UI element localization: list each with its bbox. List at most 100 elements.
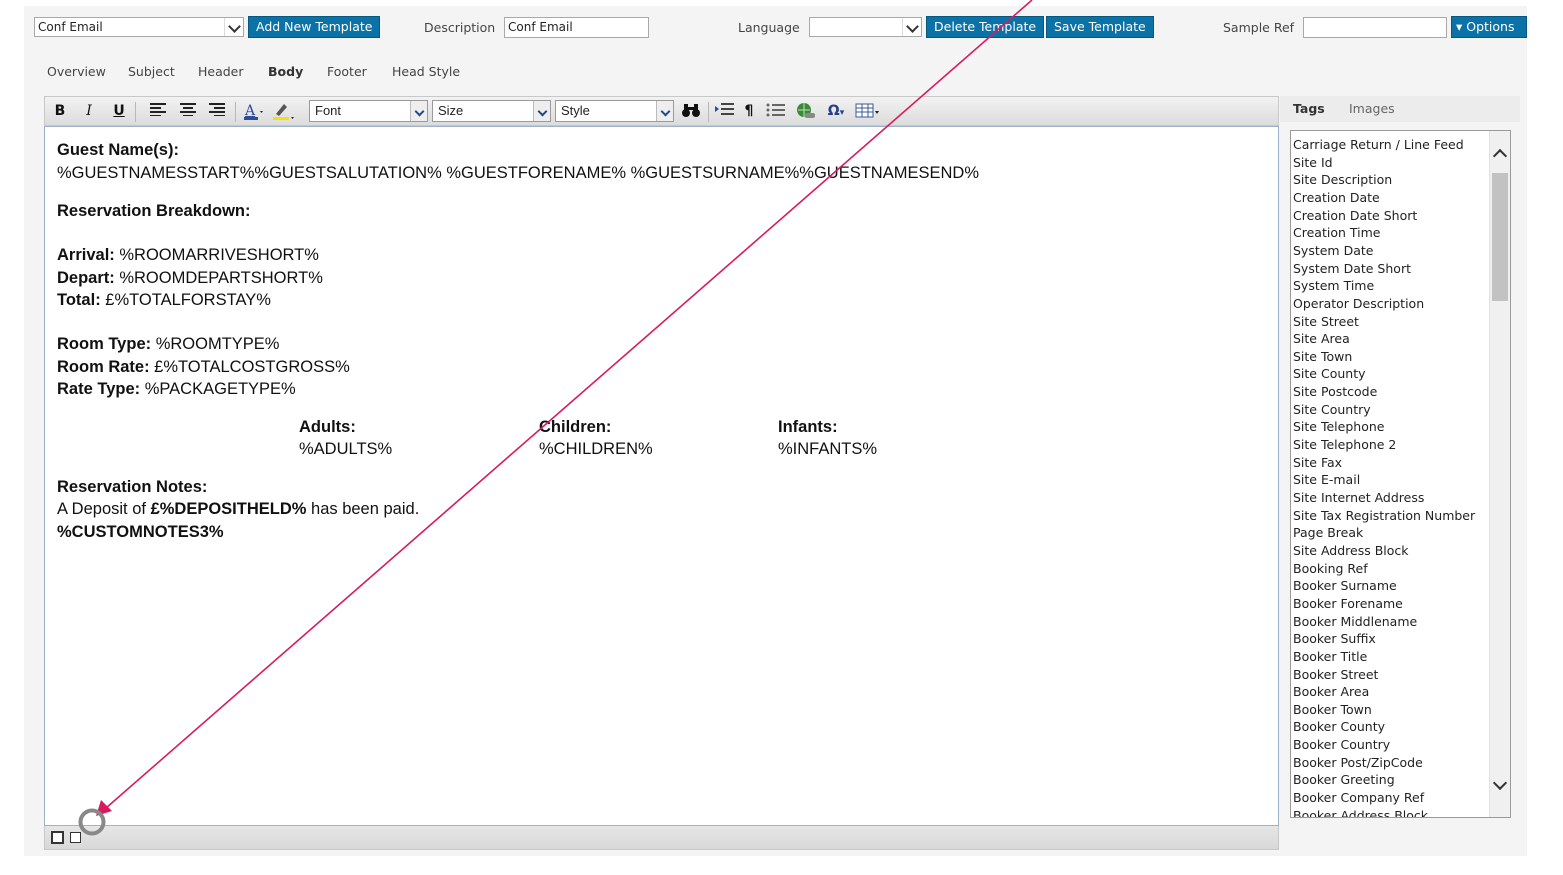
tag-item[interactable]: Booker Title bbox=[1293, 648, 1367, 666]
options-button[interactable]: ▾ Options bbox=[1451, 16, 1527, 38]
tag-item[interactable]: Booker Address Block bbox=[1293, 807, 1428, 817]
tag-item[interactable]: Booking Ref bbox=[1293, 560, 1368, 578]
email-body-editor[interactable]: Guest Name(s): %GUESTNAMESSTART%%GUESTSA… bbox=[44, 126, 1279, 826]
tab-head-style[interactable]: Head Style bbox=[392, 64, 460, 79]
tag-item[interactable]: Booker Greeting bbox=[1293, 771, 1395, 789]
room-type-line: Room Type: %ROOMTYPE% bbox=[57, 335, 280, 353]
tag-item[interactable]: Booker Middlename bbox=[1293, 613, 1417, 631]
align-right-icon[interactable] bbox=[208, 102, 226, 120]
bold-button[interactable]: B bbox=[53, 102, 67, 120]
tag-item[interactable]: Site County bbox=[1293, 365, 1366, 383]
tag-item[interactable]: Site Area bbox=[1293, 330, 1350, 348]
special-character-omega-icon[interactable]: Ω▾ bbox=[824, 102, 848, 120]
delete-template-button[interactable]: Delete Template bbox=[926, 16, 1045, 38]
adults-label: Adults: bbox=[299, 418, 356, 436]
tag-item[interactable]: System Date Short bbox=[1293, 260, 1411, 278]
tag-item[interactable]: Creation Date Short bbox=[1293, 207, 1417, 225]
insert-table-icon[interactable] bbox=[855, 102, 881, 120]
tab-header[interactable]: Header bbox=[198, 64, 244, 79]
tag-item[interactable]: Page Break bbox=[1293, 524, 1363, 542]
align-center-icon[interactable] bbox=[179, 102, 197, 120]
tag-item[interactable]: Booker Post/ZipCode bbox=[1293, 754, 1423, 772]
guest-names-line: %GUESTNAMESSTART%%GUESTSALUTATION% %GUES… bbox=[57, 164, 979, 182]
language-select[interactable] bbox=[809, 17, 922, 37]
description-input[interactable]: Conf Email bbox=[504, 17, 649, 38]
italic-button[interactable]: I bbox=[82, 102, 96, 120]
tags-scrollbar[interactable] bbox=[1489, 131, 1510, 817]
tag-item[interactable]: Booker Area bbox=[1293, 683, 1369, 701]
design-mode-icon[interactable] bbox=[51, 831, 64, 844]
scroll-down-icon[interactable] bbox=[1490, 775, 1510, 795]
tag-item[interactable]: Creation Time bbox=[1293, 224, 1380, 242]
tag-item[interactable]: Site Street bbox=[1293, 313, 1359, 331]
tag-item[interactable]: Booker County bbox=[1293, 718, 1385, 736]
insert-link-globe-icon[interactable] bbox=[795, 102, 817, 120]
tag-item[interactable]: Booker Suffix bbox=[1293, 630, 1376, 648]
tab-body[interactable]: Body bbox=[268, 64, 303, 79]
editor-mode-bar bbox=[44, 826, 1279, 850]
description-label: Description bbox=[424, 20, 496, 35]
deposit-line: A Deposit of £%DEPOSITHELD% has been pai… bbox=[57, 500, 420, 518]
tag-item[interactable]: Creation Date bbox=[1293, 189, 1380, 207]
tab-subject[interactable]: Subject bbox=[128, 64, 175, 79]
tab-overview[interactable]: Overview bbox=[47, 64, 106, 79]
tag-item[interactable]: Operator Description bbox=[1293, 295, 1424, 313]
tag-item[interactable]: Site Description bbox=[1293, 171, 1392, 189]
underline-button[interactable]: U bbox=[112, 102, 126, 120]
style-select[interactable]: Style bbox=[555, 100, 674, 122]
tag-item[interactable]: Site E-mail bbox=[1293, 471, 1360, 489]
size-select-label: Size bbox=[438, 103, 464, 118]
tab-tags[interactable]: Tags bbox=[1293, 101, 1325, 116]
tag-item[interactable]: Site Telephone 2 bbox=[1293, 436, 1396, 454]
scroll-up-icon[interactable] bbox=[1490, 145, 1510, 164]
bullet-list-icon[interactable] bbox=[766, 102, 786, 120]
arrival-line: Arrival: %ROOMARRIVESHORT% bbox=[57, 246, 319, 264]
font-select[interactable]: Font bbox=[309, 100, 428, 122]
svg-text:A: A bbox=[244, 103, 256, 119]
tag-item[interactable]: Site Country bbox=[1293, 401, 1371, 419]
guest-heading: Guest Name(s): bbox=[57, 141, 179, 159]
tag-item[interactable]: Site Tax Registration Number bbox=[1293, 507, 1475, 525]
template-select[interactable]: Conf Email bbox=[34, 17, 244, 37]
side-tabs: Tags Images bbox=[1280, 96, 1520, 122]
tag-item[interactable]: Booker Country bbox=[1293, 736, 1390, 754]
chevron-down-icon bbox=[656, 101, 673, 121]
insert-list-icon[interactable] bbox=[715, 102, 735, 120]
room-rate-line: Room Rate: £%TOTALCOSTGROSS% bbox=[57, 358, 350, 376]
find-binoculars-icon[interactable] bbox=[681, 102, 701, 120]
scroll-thumb[interactable] bbox=[1492, 173, 1508, 301]
tag-item[interactable]: Site Fax bbox=[1293, 454, 1342, 472]
tag-item[interactable]: Booker Town bbox=[1293, 701, 1372, 719]
tab-images[interactable]: Images bbox=[1349, 101, 1395, 116]
sample-ref-input[interactable] bbox=[1303, 17, 1447, 38]
tag-item[interactable]: Booker Street bbox=[1293, 666, 1378, 684]
chevron-down-icon bbox=[224, 18, 243, 36]
size-select[interactable]: Size bbox=[432, 100, 551, 122]
tag-item[interactable]: Site Internet Address bbox=[1293, 489, 1424, 507]
children-value: %CHILDREN% bbox=[539, 440, 653, 458]
tag-item[interactable]: Site Town bbox=[1293, 348, 1352, 366]
tag-item[interactable]: System Time bbox=[1293, 277, 1374, 295]
align-left-icon[interactable] bbox=[149, 102, 167, 120]
tag-item[interactable]: Site Telephone bbox=[1293, 418, 1384, 436]
save-template-button[interactable]: Save Template bbox=[1046, 16, 1154, 38]
depart-line: Depart: %ROOMDEPARTSHORT% bbox=[57, 269, 323, 287]
tag-item[interactable]: Carriage Return / Line Feed bbox=[1293, 136, 1464, 154]
tag-item[interactable]: Booker Company Ref bbox=[1293, 789, 1424, 807]
tag-item[interactable]: Site Id bbox=[1293, 154, 1333, 172]
tag-item[interactable]: System Date bbox=[1293, 242, 1373, 260]
tag-item[interactable]: Booker Surname bbox=[1293, 577, 1397, 595]
html-mode-icon[interactable] bbox=[70, 832, 81, 843]
language-label: Language bbox=[738, 20, 800, 35]
highlight-color-icon[interactable] bbox=[272, 102, 296, 120]
tag-item[interactable]: Booker Forename bbox=[1293, 595, 1403, 613]
style-select-label: Style bbox=[561, 103, 590, 118]
font-color-icon[interactable]: A bbox=[243, 102, 265, 120]
add-new-template-button[interactable]: Add New Template bbox=[248, 16, 381, 38]
tag-item[interactable]: Site Address Block bbox=[1293, 542, 1409, 560]
tag-item[interactable]: Site Postcode bbox=[1293, 383, 1377, 401]
sample-ref-label: Sample Ref bbox=[1223, 20, 1295, 35]
paragraph-mark-icon[interactable]: ¶ bbox=[742, 102, 756, 120]
tags-list[interactable]: Carriage Return / Line Feed Site Id Site D… bbox=[1290, 130, 1511, 818]
tab-footer[interactable]: Footer bbox=[327, 64, 367, 79]
